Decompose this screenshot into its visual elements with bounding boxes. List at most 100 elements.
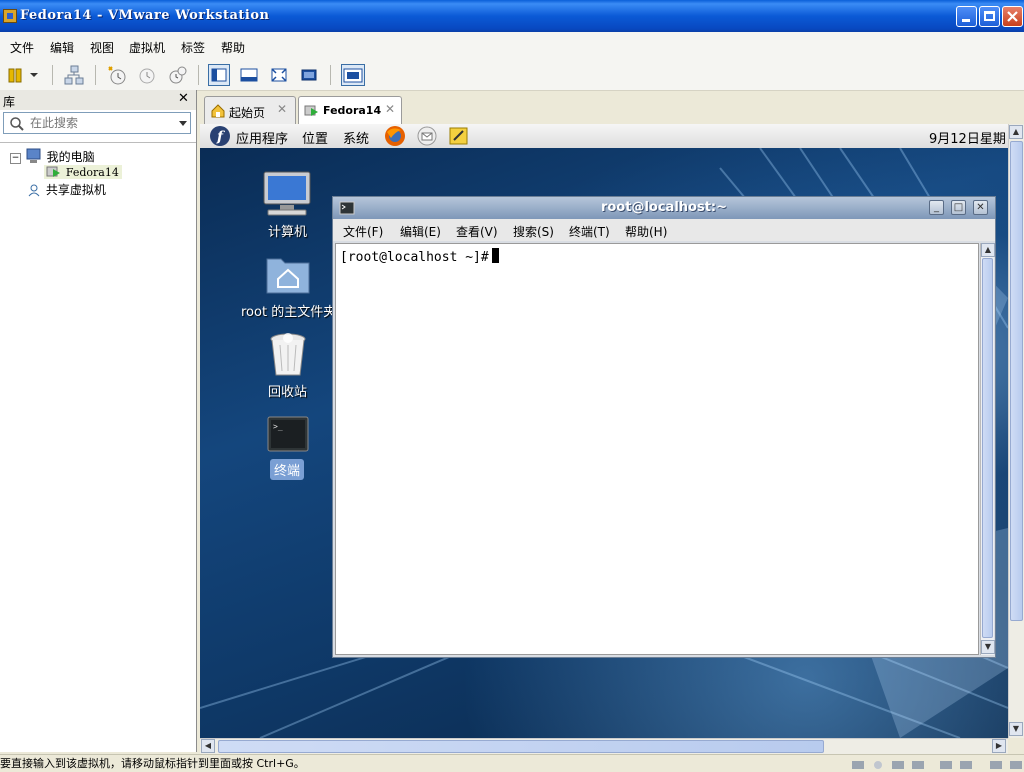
menu-tabs[interactable]: 标签: [181, 39, 205, 56]
tree-label-shared-vms: 共享虚拟机: [45, 183, 106, 197]
library-close-button[interactable]: ✕: [178, 91, 189, 106]
close-button[interactable]: [1002, 6, 1023, 27]
guest-top-panel: f 应用程序 位置 系统 9月12日星期: [200, 124, 1008, 149]
terminal-menu-search[interactable]: 搜索(S): [513, 223, 554, 240]
close-icon: [1007, 11, 1018, 22]
terminal-scrollbar[interactable]: ▲ ▼: [980, 243, 995, 655]
library-tree: − 我的电脑 Fedora14 共享虚拟机: [0, 142, 196, 751]
unity-mode-button[interactable]: [298, 64, 320, 86]
power-dropdown[interactable]: [28, 64, 40, 86]
terminal-cursor: [491, 248, 499, 263]
tree-item-my-computer[interactable]: − 我的电脑: [10, 148, 95, 165]
network-icon: [64, 65, 84, 85]
window-titlebar[interactable]: Fedora14 - VMware Workstation: [0, 0, 1024, 32]
guest-clock[interactable]: 9月12日星期: [929, 128, 1006, 147]
menu-edit[interactable]: 编辑: [50, 39, 74, 56]
tab-fedora14-close-button[interactable]: ✕: [385, 102, 395, 116]
terminal-close-button[interactable]: ✕: [973, 200, 988, 215]
guest-menu-places[interactable]: 位置: [302, 128, 328, 147]
minimize-button[interactable]: [956, 6, 977, 27]
desktop-icon-home[interactable]: [265, 253, 311, 298]
terminal-menu-view[interactable]: 查看(V): [456, 223, 498, 240]
note-edit-icon[interactable]: [448, 125, 470, 147]
home-folder-icon: [266, 258, 310, 294]
library-search-box[interactable]: [3, 112, 191, 134]
snapshot-icon: [108, 66, 126, 85]
menu-vm[interactable]: 虚拟机: [129, 39, 165, 56]
pause-icon: [8, 68, 22, 83]
firefox-icon[interactable]: [383, 124, 407, 148]
show-library-button[interactable]: [208, 64, 230, 86]
console-view-button[interactable]: [341, 64, 365, 86]
menu-help[interactable]: 帮助: [221, 39, 245, 56]
maximize-button[interactable]: [979, 6, 1000, 27]
tree-item-fedora14[interactable]: Fedora14: [44, 165, 122, 179]
terminal-menu-edit[interactable]: 编辑(E): [400, 223, 441, 240]
desktop-icon-trash[interactable]: [268, 331, 308, 382]
vm-running-icon: [46, 166, 60, 177]
guest-menu-applications[interactable]: 应用程序: [236, 128, 288, 147]
terminal-screen[interactable]: [root@localhost ~]#: [335, 243, 979, 655]
tab-strip: 起始页 ✕ Fedora14 ✕: [200, 94, 1024, 124]
terminal-titlebar[interactable]: root@localhost:~ _ □ ✕: [333, 197, 995, 219]
desktop-icon-computer[interactable]: [262, 170, 312, 221]
device-status-icons[interactable]: [852, 758, 1022, 769]
fullscreen-icon: [271, 68, 287, 82]
power-button[interactable]: [6, 64, 28, 86]
show-thumbnail-bar-button[interactable]: [238, 64, 260, 86]
terminal-menu-terminal[interactable]: 终端(T): [569, 223, 610, 240]
terminal-minimize-button[interactable]: _: [929, 200, 944, 215]
menu-view[interactable]: 视图: [90, 39, 114, 56]
menu-file[interactable]: 文件: [10, 39, 34, 56]
snapshot-manager-button[interactable]: [166, 64, 188, 86]
terminal-scroll-thumb[interactable]: [982, 258, 993, 638]
snapshot-manager-icon: [169, 66, 187, 84]
toolbar-separator: [330, 65, 331, 85]
full-screen-button[interactable]: [268, 64, 290, 86]
vmware-app-icon: [3, 9, 17, 23]
computer-icon: [26, 148, 41, 163]
console-view-icon: [343, 68, 363, 83]
tab-home-label: 起始页: [229, 106, 266, 120]
terminal-maximize-button[interactable]: □: [951, 200, 966, 215]
terminal-menu-help[interactable]: 帮助(H): [625, 223, 667, 240]
tree-item-shared-vms[interactable]: 共享虚拟机: [26, 181, 106, 198]
mail-icon[interactable]: [416, 125, 438, 147]
tab-home[interactable]: 起始页 ✕: [204, 96, 296, 124]
tree-label-my-computer: 我的电脑: [46, 150, 95, 164]
vm-scroll-left-button[interactable]: ◀: [201, 739, 215, 753]
vm-scroll-down-button[interactable]: ▼: [1009, 722, 1023, 736]
library-title: 库: [3, 95, 16, 109]
take-snapshot-button[interactable]: [106, 64, 128, 86]
desktop-label-terminal: 终端: [270, 459, 305, 480]
status-bar: 要直接输入到该虚拟机，请移动鼠标指针到里面或按 Ctrl+G。: [0, 754, 1024, 770]
vm-scroll-right-button[interactable]: ▶: [992, 739, 1006, 753]
terminal-scroll-up-button[interactable]: ▲: [981, 243, 995, 257]
vm-horizontal-scrollbar[interactable]: ◀ ▶: [200, 738, 1008, 754]
revert-icon: [139, 68, 155, 84]
send-ctrl-alt-del-button[interactable]: [63, 64, 85, 86]
terminal-icon: >_: [267, 416, 309, 452]
tab-home-close-button[interactable]: ✕: [277, 102, 287, 116]
terminal-menu-file[interactable]: 文件(F): [343, 223, 383, 240]
tab-fedora14[interactable]: Fedora14 ✕: [298, 96, 402, 124]
thumbnail-bar-icon: [240, 68, 258, 82]
vm-scroll-up-button[interactable]: ▲: [1009, 125, 1023, 139]
unity-icon: [301, 69, 317, 81]
library-search-input[interactable]: [28, 115, 172, 131]
revert-snapshot-button[interactable]: [136, 64, 158, 86]
vm-vertical-scrollbar[interactable]: ▲ ▼: [1008, 124, 1024, 738]
fedora-logo-icon[interactable]: f: [209, 125, 231, 147]
collapse-toggle-icon[interactable]: −: [10, 153, 21, 164]
window-title: Fedora14 - VMware Workstation: [20, 8, 270, 23]
guest-menu-system[interactable]: 系统: [343, 128, 369, 147]
chevron-down-icon: [30, 73, 38, 77]
terminal-menubar: 文件(F) 编辑(E) 查看(V) 搜索(S) 终端(T) 帮助(H): [333, 219, 995, 241]
vm-vscroll-thumb[interactable]: [1010, 141, 1023, 621]
scroll-corner: [1008, 738, 1024, 754]
desktop-icon-terminal[interactable]: >_: [267, 416, 309, 455]
vm-running-icon: [304, 105, 318, 116]
vm-hscroll-thumb[interactable]: [218, 740, 824, 753]
terminal-scroll-down-button[interactable]: ▼: [981, 640, 995, 654]
library-view-icon: [211, 68, 227, 82]
